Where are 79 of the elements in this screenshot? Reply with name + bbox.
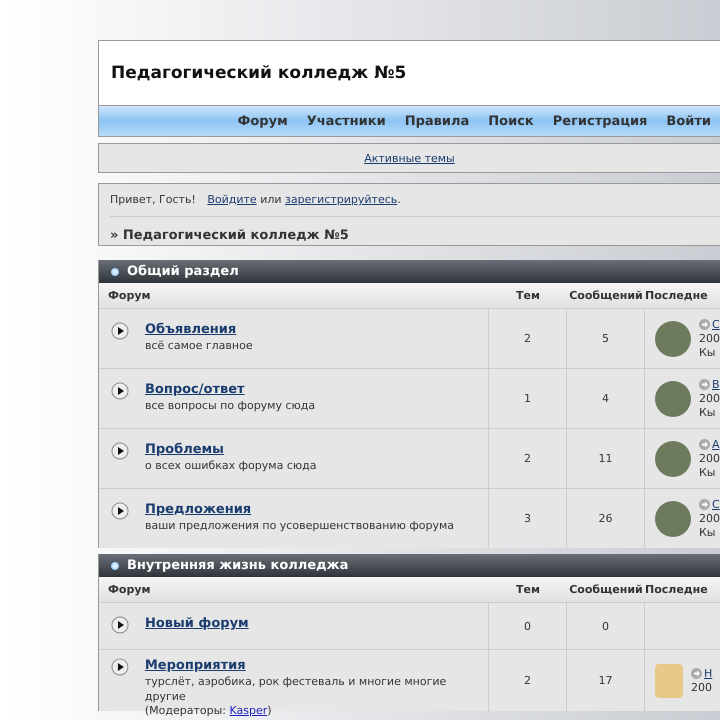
post-date: 200 <box>699 452 720 466</box>
column-header: Тем <box>489 283 567 308</box>
moderators-text: (Модераторы: Kasper) <box>144 704 273 717</box>
topics-count: 2 <box>489 428 567 488</box>
posts-count: 4 <box>567 368 645 428</box>
forum-description: о всех ошибках форума сюда <box>145 458 316 473</box>
forum-title-link[interactable]: Объявления <box>145 322 253 337</box>
column-header: Сообщений <box>567 577 645 602</box>
last-topic-link[interactable]: В <box>712 378 720 392</box>
nav-link[interactable]: Войти <box>656 114 720 128</box>
active-topics-link[interactable]: Активные темы <box>364 152 455 164</box>
column-header: Форум <box>99 283 489 308</box>
avatar-placeholder <box>655 320 691 356</box>
avatar-placeholder <box>655 500 691 536</box>
nav-link[interactable]: Участники <box>296 114 395 128</box>
nav-link[interactable]: Правила <box>394 114 478 128</box>
post-date: 200 <box>699 332 720 346</box>
bullet-icon <box>111 268 119 276</box>
welcome-text: Привет, Гость! Войдите или зарегистрируйтесь. <box>110 193 720 217</box>
post-date: 200 <box>699 392 720 406</box>
post-author: Кы <box>699 346 716 360</box>
play-icon <box>111 442 129 460</box>
play-icon <box>111 382 129 400</box>
category-title: Общий раздел <box>127 264 239 279</box>
forum-title-link[interactable]: Проблемы <box>145 442 316 457</box>
avatar-placeholder <box>655 380 691 416</box>
nav-link[interactable]: Поиск <box>478 114 543 128</box>
last-topic-link[interactable]: А <box>712 438 720 452</box>
post-date: 200 <box>691 680 712 694</box>
topics-count: 0 <box>489 602 567 649</box>
play-icon <box>111 616 129 634</box>
arrow-icon <box>699 379 710 390</box>
topics-count: 1 <box>489 368 567 428</box>
breadcrumb: » Педагогический колледж №5 <box>110 228 350 243</box>
arrow-icon <box>699 439 710 450</box>
column-header: Последне <box>645 577 720 602</box>
posts-count: 0 <box>567 602 645 649</box>
column-header: Тем <box>489 577 567 602</box>
forum-description: турслёт, аэробика, рок фестеваль и многие многие другие <box>144 674 448 704</box>
bullet-icon <box>111 562 119 570</box>
posts-count: 26 <box>567 488 645 548</box>
post-author: Кы <box>699 466 716 480</box>
posts-count: 17 <box>567 649 645 711</box>
forum-title-link[interactable]: Предложения <box>145 502 454 517</box>
column-header: Форум <box>99 577 489 602</box>
play-icon <box>111 322 129 340</box>
last-topic-link[interactable]: С <box>712 318 720 332</box>
arrow-icon <box>699 319 710 330</box>
forum-title-link[interactable]: Мероприятия <box>144 658 488 673</box>
post-author: Кы <box>699 406 716 420</box>
column-header: Последне <box>645 283 720 308</box>
last-topic-link[interactable]: Н <box>704 666 712 680</box>
topics-count: 2 <box>489 308 567 368</box>
forum-description: ваши предложения по усовершенствованию форума <box>145 518 454 533</box>
nav-link[interactable]: Форум <box>227 114 297 128</box>
column-header: Сообщений <box>567 283 645 308</box>
avatar-placeholder <box>655 664 683 698</box>
arrow-icon <box>691 668 702 679</box>
site-title: Педагогический колледж №5 <box>111 63 406 83</box>
nav-link[interactable]: Регистрация <box>542 114 656 128</box>
forum-title-link[interactable]: Вопрос/ответ <box>145 382 316 397</box>
posts-count: 5 <box>567 308 645 368</box>
post-author: Кы <box>699 526 716 540</box>
play-icon <box>111 658 129 676</box>
login-link[interactable]: Войдите <box>207 193 257 206</box>
moderator-link[interactable]: Kasper <box>229 704 268 717</box>
topics-count: 3 <box>489 488 567 548</box>
forum-description: все вопросы по форуму сюда <box>145 398 316 413</box>
posts-count: 11 <box>567 428 645 488</box>
forum-title-link[interactable]: Новый форум <box>145 616 249 631</box>
category-title: Внутренняя жизнь колледжа <box>127 558 348 573</box>
topics-count: 2 <box>489 649 567 711</box>
post-date: 200 <box>699 512 720 526</box>
last-topic-link[interactable]: С <box>712 498 720 512</box>
arrow-icon <box>699 499 710 510</box>
avatar-placeholder <box>655 440 691 476</box>
register-link[interactable]: зарегистрируйтесь <box>285 193 398 206</box>
forum-description: всё самое главное <box>145 338 253 353</box>
play-icon <box>111 502 129 520</box>
